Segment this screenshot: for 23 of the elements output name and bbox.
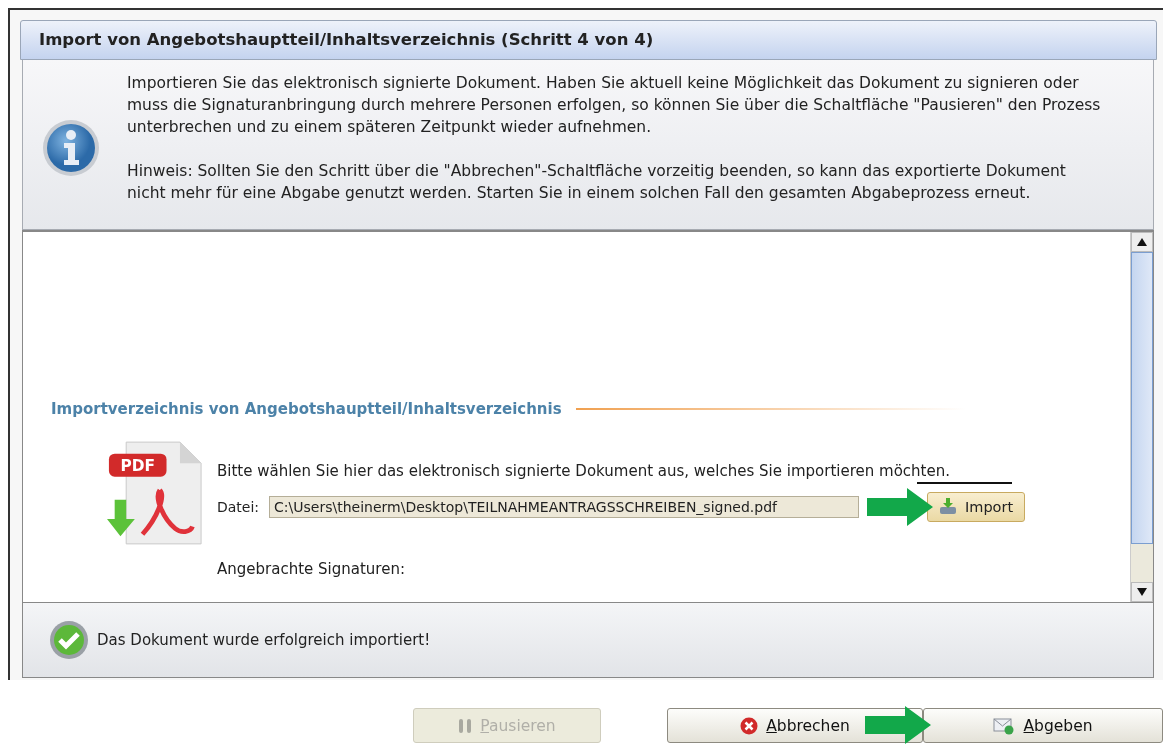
file-label: Datei:: [217, 499, 260, 515]
pointer-arrow: [867, 488, 934, 526]
info-paragraph: Importieren Sie das elektronisch signierte Dokument. Haben Sie aktuell keine Möglichkeit das Dokument zu signieren oder muss die Signaturanbringung durch mehrere Personen erfolgen, so können Sie über die Schaltfläche "Pausieren" den Prozess unterbrechen und zu einem späteren Zeitpunkt wieder aufnehmen.: [127, 73, 1102, 138]
instruction-text: Bitte wählen Sie hier das elektronisch signierte Dokument aus, welches Sie importieren möchten.: [217, 462, 950, 480]
check-icon: [49, 620, 89, 660]
cancel-icon: [740, 716, 759, 735]
import-button[interactable]: Import: [927, 492, 1026, 522]
submit-button[interactable]: Abgeben: [923, 708, 1163, 743]
file-path-field[interactable]: C:\Users\theinerm\Desktop\TEILNAHMEANTRAGSSCHREIBEN_signed.pdf: [269, 496, 860, 518]
info-icon: [41, 118, 101, 178]
section-heading: Importverzeichnis von Angebotshauptteil/Inhaltsverzeichnis: [51, 400, 562, 418]
envelope-icon: [993, 716, 1016, 735]
scroll-down-icon: [1137, 588, 1147, 596]
info-paragraph: Hinweis: Sollten Sie den Schritt über die "Abbrechen"-Schaltfläche vorzeitig beenden, so kann das exportierte Dokument nicht mehr für eine Abgabe genutzt werden. Starten Sie in einem solchen Fall den gesamten Abgabeprozess erneut.: [127, 161, 1067, 204]
scroll-up-icon: [1137, 238, 1147, 246]
scrollbar[interactable]: [1130, 232, 1153, 602]
scroll-thumb[interactable]: [1131, 252, 1153, 544]
pause-icon: [458, 717, 473, 734]
signatures-label: Angebrachte Signaturen:: [217, 560, 406, 578]
dialog-title: Import von Angebotshauptteil/Inhaltsverzeichnis (Schritt 4 von 4): [20, 20, 1157, 60]
scanner-icon: [939, 498, 959, 516]
status-message: Das Dokument wurde erfolgreich importiert!: [97, 631, 431, 649]
pointer-arrow: [865, 706, 931, 744]
